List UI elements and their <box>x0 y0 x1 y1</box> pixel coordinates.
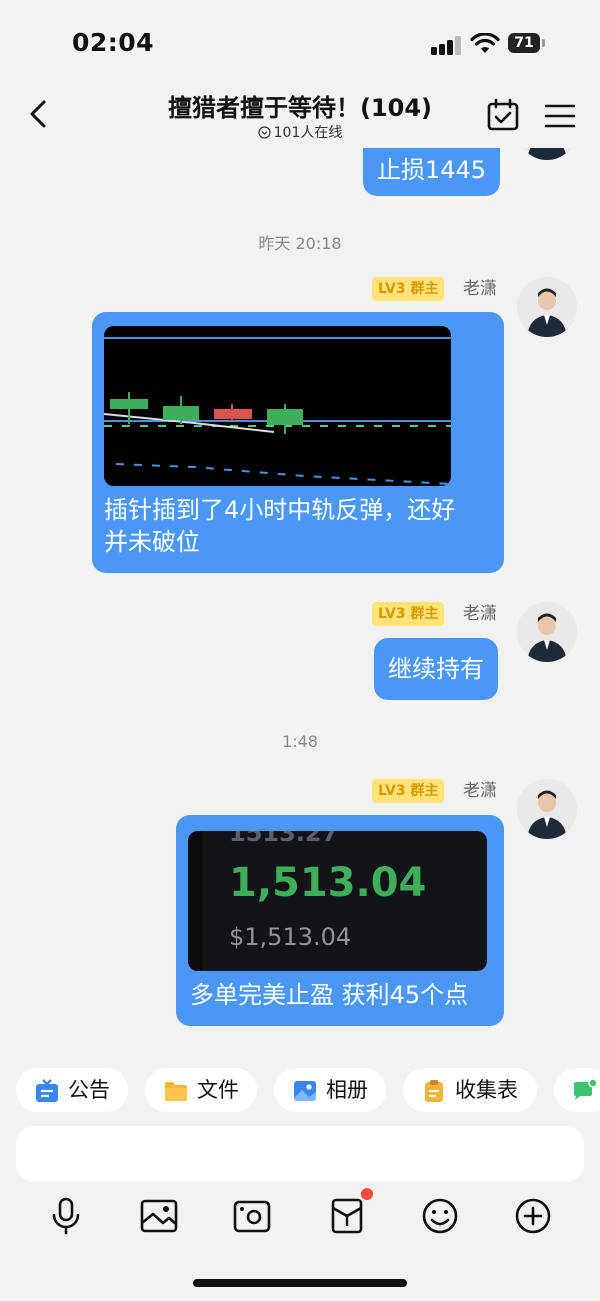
cellular-signal-icon <box>431 36 461 55</box>
chat-add-icon <box>574 1078 598 1100</box>
online-count-text: 101人在线 <box>273 125 343 141</box>
message-bubble[interactable]: 1513.27 1,513.04 $1,513.04 多单完美止盈 获利45个点 <box>176 815 504 1026</box>
calendar-check-icon[interactable] <box>486 98 520 132</box>
candlestick-chart <box>104 326 451 486</box>
home-indicator[interactable] <box>193 1279 407 1287</box>
price-usd: $1,513.04 <box>229 923 352 951</box>
sender-name: 老潇 <box>463 279 497 299</box>
quick-tool-label: 公告 <box>68 1078 110 1102</box>
camera-icon[interactable] <box>232 1196 272 1236</box>
quick-tools-bar: 公告 文件 相册 收集表 <box>0 1058 600 1120</box>
message-bubble[interactable]: 止损1445 <box>363 148 501 196</box>
plus-icon[interactable] <box>513 1196 553 1236</box>
message-input[interactable] <box>16 1126 584 1182</box>
status-bar: 02:04 71 <box>0 0 600 80</box>
microphone-icon[interactable] <box>46 1196 86 1236</box>
avatar[interactable] <box>517 148 577 160</box>
notification-dot <box>361 1188 373 1200</box>
red-packet-icon[interactable] <box>327 1196 367 1236</box>
menu-icon[interactable] <box>544 102 576 130</box>
timestamp: 昨天 20:18 <box>258 234 342 253</box>
sender-info: LV3 群主 老潇 <box>372 779 502 803</box>
battery-icon: 71 <box>508 33 548 55</box>
level-badge: LV3 群主 <box>372 779 445 803</box>
avatar[interactable] <box>517 277 577 337</box>
back-chevron-icon[interactable] <box>20 94 56 134</box>
chat-message-list[interactable]: 止损1445 昨天 20:18 LV3 群主 老潇 插针插到了4小时中轨反弹，还… <box>0 148 600 1058</box>
price-main: 1,513.04 <box>229 860 427 906</box>
avatar[interactable] <box>517 602 577 662</box>
sender-name: 老潇 <box>463 781 497 801</box>
quick-tool-form[interactable]: 收集表 <box>403 1068 537 1112</box>
sender-name: 老潇 <box>463 604 497 624</box>
quick-tool-label: 文件 <box>197 1078 239 1102</box>
sender-info: LV3 群主 老潇 <box>372 277 502 301</box>
sender-info: LV3 群主 老潇 <box>372 602 502 626</box>
price-screenshot-image[interactable]: 1513.27 1,513.04 $1,513.04 <box>188 831 487 971</box>
chevron-circle-icon <box>258 126 271 139</box>
image-icon[interactable] <box>139 1196 179 1236</box>
quick-tool-label: 收集表 <box>455 1078 518 1102</box>
level-badge: LV3 群主 <box>372 602 445 626</box>
message-text: 继续持有 <box>388 655 484 683</box>
message-text: 多单完美止盈 获利45个点 <box>190 981 469 1009</box>
message-bubble[interactable]: 插针插到了4小时中轨反弹，还好 并未破位 <box>92 312 504 573</box>
avatar[interactable] <box>517 779 577 839</box>
chat-title[interactable]: 擅猎者擅于等待！(104) <box>100 88 500 123</box>
status-time: 02:04 <box>72 28 155 57</box>
folder-icon <box>165 1082 187 1101</box>
chart-screenshot-image[interactable] <box>104 326 451 486</box>
input-toolbar <box>0 1188 600 1248</box>
message-text: 插针插到了4小时中轨反弹，还好 并未破位 <box>104 496 456 556</box>
album-icon <box>294 1081 316 1101</box>
chat-header: 擅猎者擅于等待！(104) 101人在线 <box>0 80 600 148</box>
quick-tool-album[interactable]: 相册 <box>274 1068 386 1112</box>
clipboard-icon <box>425 1080 443 1102</box>
quick-tool-more[interactable] <box>554 1068 600 1112</box>
battery-level: 71 <box>514 35 534 51</box>
wifi-icon <box>470 33 500 53</box>
price-top-partial: 1513.27 <box>229 831 339 847</box>
emoji-icon[interactable] <box>420 1196 460 1236</box>
level-badge: LV3 群主 <box>372 277 445 301</box>
quick-tool-label: 相册 <box>326 1078 368 1102</box>
quick-tool-announcement[interactable]: 公告 <box>16 1068 128 1112</box>
timestamp: 1:48 <box>282 732 318 751</box>
message-text: 止损1445 <box>377 156 487 184</box>
announcement-icon <box>36 1079 58 1102</box>
message-bubble[interactable]: 继续持有 <box>374 638 498 700</box>
online-count[interactable]: 101人在线 <box>200 122 400 142</box>
quick-tool-file[interactable]: 文件 <box>145 1068 257 1112</box>
